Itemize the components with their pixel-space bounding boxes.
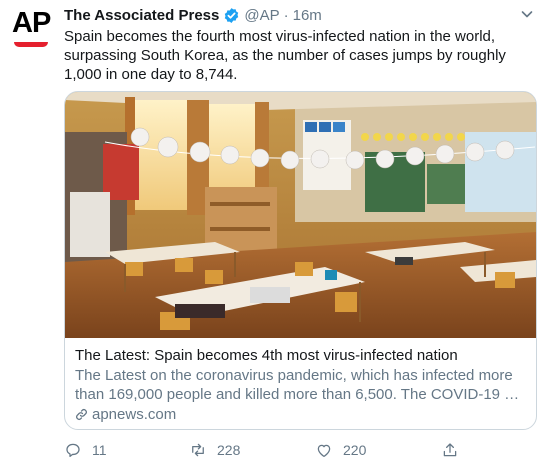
- tweet-actions: 11 228 220: [64, 438, 524, 462]
- tweet-header: The Associated Press @AP · 16m: [64, 4, 322, 26]
- reply-icon: [66, 443, 80, 458]
- retweet-count: 228: [217, 442, 241, 458]
- card-image: [65, 92, 536, 338]
- retweet-icon: [192, 443, 204, 457]
- like-count: 220: [343, 442, 367, 458]
- link-card[interactable]: The Latest: Spain becomes 4th most virus…: [64, 91, 537, 430]
- chevron-down-icon[interactable]: [519, 6, 535, 22]
- ap-logo-red-bar: [14, 42, 48, 47]
- card-body: The Latest: Spain becomes 4th most virus…: [75, 346, 527, 424]
- link-icon: [76, 409, 87, 420]
- reply-button[interactable]: 11: [64, 438, 107, 462]
- tweet-timestamp[interactable]: 16m: [293, 7, 322, 24]
- avatar[interactable]: AP: [12, 6, 52, 54]
- tweet-text: Spain becomes the fourth most virus-infe…: [64, 28, 506, 83]
- reply-count: 11: [92, 442, 107, 458]
- retweet-button[interactable]: 228: [189, 438, 240, 462]
- like-button[interactable]: 220: [315, 438, 366, 462]
- card-title[interactable]: The Latest: Spain becomes 4th most virus…: [75, 346, 527, 365]
- verified-badge-icon: [225, 7, 239, 23]
- card-description: The Latest on the coronavirus pandemic, …: [75, 367, 520, 403]
- share-icon: [443, 443, 457, 457]
- ap-logo-text: AP: [12, 7, 51, 39]
- author-name[interactable]: The Associated Press: [64, 7, 219, 24]
- like-icon: [317, 444, 331, 458]
- separator-dot: ·: [283, 6, 289, 24]
- author-handle[interactable]: @AP: [244, 7, 279, 24]
- share-button[interactable]: [441, 438, 469, 462]
- card-domain: apnews.com: [92, 406, 177, 423]
- card-link[interactable]: apnews.com: [75, 405, 527, 424]
- tweet[interactable]: AP The Associated Press @AP · 16m Spain …: [0, 0, 550, 467]
